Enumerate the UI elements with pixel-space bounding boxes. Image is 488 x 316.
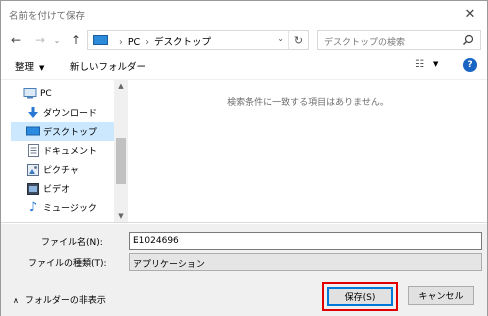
file-list[interactable]: 検索条件に一致する項目はありません。 xyxy=(129,80,487,222)
pc-icon xyxy=(23,88,37,100)
chevron-down-icon: ⌄ xyxy=(277,34,284,43)
desktop-icon xyxy=(26,126,40,138)
chevron-down-icon: ⌄ xyxy=(53,35,61,45)
search-icon xyxy=(463,34,474,45)
save-button-highlight: 保存(S) xyxy=(322,282,398,311)
scroll-up-button[interactable]: ▲ xyxy=(114,80,128,92)
forward-button[interactable]: → xyxy=(31,30,49,50)
nav-item-desktop[interactable]: デスクトップ xyxy=(11,122,114,141)
chevron-up-icon: ▲ xyxy=(118,82,124,90)
nav-item-label: ミュージック xyxy=(43,204,97,214)
search-input[interactable]: デスクトップの検索 xyxy=(324,35,405,48)
title-bar: 名前を付けて保存 ✕ xyxy=(1,1,487,27)
close-icon: ✕ xyxy=(464,6,476,22)
filetype-select[interactable]: アプリケーション ⌄ xyxy=(129,253,482,271)
scrollbar-thumb[interactable] xyxy=(116,138,126,184)
view-options-button[interactable]: ☷ xyxy=(415,59,424,70)
breadcrumb-pc[interactable]: PC xyxy=(128,37,140,48)
nav-item-label: ダウンロード xyxy=(43,109,98,119)
back-button[interactable]: ← xyxy=(7,30,25,50)
details-view-icon: ☷ xyxy=(415,59,424,70)
command-bar: 整理 ▼ 新しいフォルダー ☷ ▼ ? xyxy=(1,54,487,78)
cancel-button[interactable]: キャンセル xyxy=(408,286,474,305)
save-button[interactable]: 保存(S) xyxy=(327,287,393,306)
recent-locations-button[interactable]: ⌄ xyxy=(51,30,63,50)
save-options-panel: ファイル名(N): E1024696 ⌄ ファイルの種類(T): アプリケーショ… xyxy=(1,224,487,316)
nav-pane-scrollbar[interactable]: ▲ ▼ xyxy=(114,80,128,222)
nav-item-downloads[interactable]: ダウンロード xyxy=(11,103,114,122)
hide-folders-label: フォルダーの非表示 xyxy=(24,296,106,306)
hide-folders-button[interactable]: ∧ フォルダーの非表示 xyxy=(13,293,106,306)
caret-down-icon: ▼ xyxy=(433,60,439,68)
arrow-left-icon: ← xyxy=(10,33,22,47)
filename-label: ファイル名(N): xyxy=(41,238,103,248)
breadcrumb-desktop[interactable]: デスクトップ xyxy=(154,37,211,48)
organize-label: 整理 xyxy=(15,62,35,73)
nav-item-label: デスクトップ xyxy=(43,128,98,138)
chevron-down-icon[interactable]: ⌄ xyxy=(133,236,477,245)
music-icon: ♪ xyxy=(28,200,38,215)
address-dropdown-button[interactable]: ⌄ xyxy=(277,34,284,43)
breadcrumb: › PC › デスクトップ xyxy=(114,34,211,48)
arrow-right-icon: → xyxy=(34,33,46,47)
chevron-up-icon: ∧ xyxy=(13,296,19,305)
chevron-down-icon: ⌄ xyxy=(133,257,140,266)
close-button[interactable]: ✕ xyxy=(453,1,487,27)
organize-menu-button[interactable]: 整理 ▼ xyxy=(15,59,44,73)
address-bar[interactable]: › PC › デスクトップ ⌄ ↻ xyxy=(87,30,309,50)
help-icon: ? xyxy=(467,60,473,70)
nav-item-pc[interactable]: PC xyxy=(11,84,114,103)
help-button[interactable]: ? xyxy=(463,58,477,72)
breadcrumb-separator: › xyxy=(145,37,149,48)
arrow-up-icon: ↑ xyxy=(70,33,82,47)
view-options-dropdown[interactable]: ▼ xyxy=(433,60,438,68)
caret-down-icon: ▼ xyxy=(39,64,45,72)
nav-item-label: PC xyxy=(40,88,52,99)
document-icon xyxy=(26,144,40,157)
navigation-pane: PC ダウンロード デスクトップ ドキュメント ピクチャ ビデオ ♪ ミュージッ… xyxy=(11,82,114,224)
refresh-icon: ↻ xyxy=(293,33,304,47)
up-button[interactable]: ↑ xyxy=(67,30,85,50)
download-icon xyxy=(26,106,40,119)
empty-state-message: 検索条件に一致する項目はありません。 xyxy=(227,98,389,108)
filetype-label: ファイルの種類(T): xyxy=(28,259,107,269)
scroll-down-button[interactable]: ▼ xyxy=(114,210,128,222)
video-icon xyxy=(26,182,40,195)
refresh-button[interactable]: ↻ xyxy=(288,31,308,49)
breadcrumb-separator: › xyxy=(119,37,123,48)
nav-item-documents[interactable]: ドキュメント xyxy=(11,141,114,160)
nav-item-music[interactable]: ♪ ミュージック xyxy=(11,198,114,217)
main-area: PC ダウンロード デスクトップ ドキュメント ピクチャ ビデオ ♪ ミュージッ… xyxy=(1,79,487,223)
navigation-row: ← → ⌄ ↑ › PC › デスクトップ ⌄ ↻ デスクトップの検索 xyxy=(1,28,487,52)
nav-item-label: ドキュメント xyxy=(43,147,98,157)
filename-field[interactable]: E1024696 ⌄ xyxy=(129,232,482,250)
nav-item-label: ピクチャ xyxy=(43,166,79,176)
nav-item-pictures[interactable]: ピクチャ xyxy=(11,160,114,179)
pictures-icon xyxy=(26,163,40,176)
nav-item-label: ビデオ xyxy=(43,185,71,195)
window-title: 名前を付けて保存 xyxy=(9,11,86,22)
pc-icon xyxy=(93,35,108,45)
search-box[interactable]: デスクトップの検索 xyxy=(317,30,481,50)
nav-item-videos[interactable]: ビデオ xyxy=(11,179,114,198)
save-as-dialog: 名前を付けて保存 ✕ ← → ⌄ ↑ › PC › デスクトップ ⌄ ↻ デスクトップ… xyxy=(0,0,488,316)
new-folder-button[interactable]: 新しいフォルダー xyxy=(70,59,146,73)
chevron-down-icon: ▼ xyxy=(118,212,124,220)
